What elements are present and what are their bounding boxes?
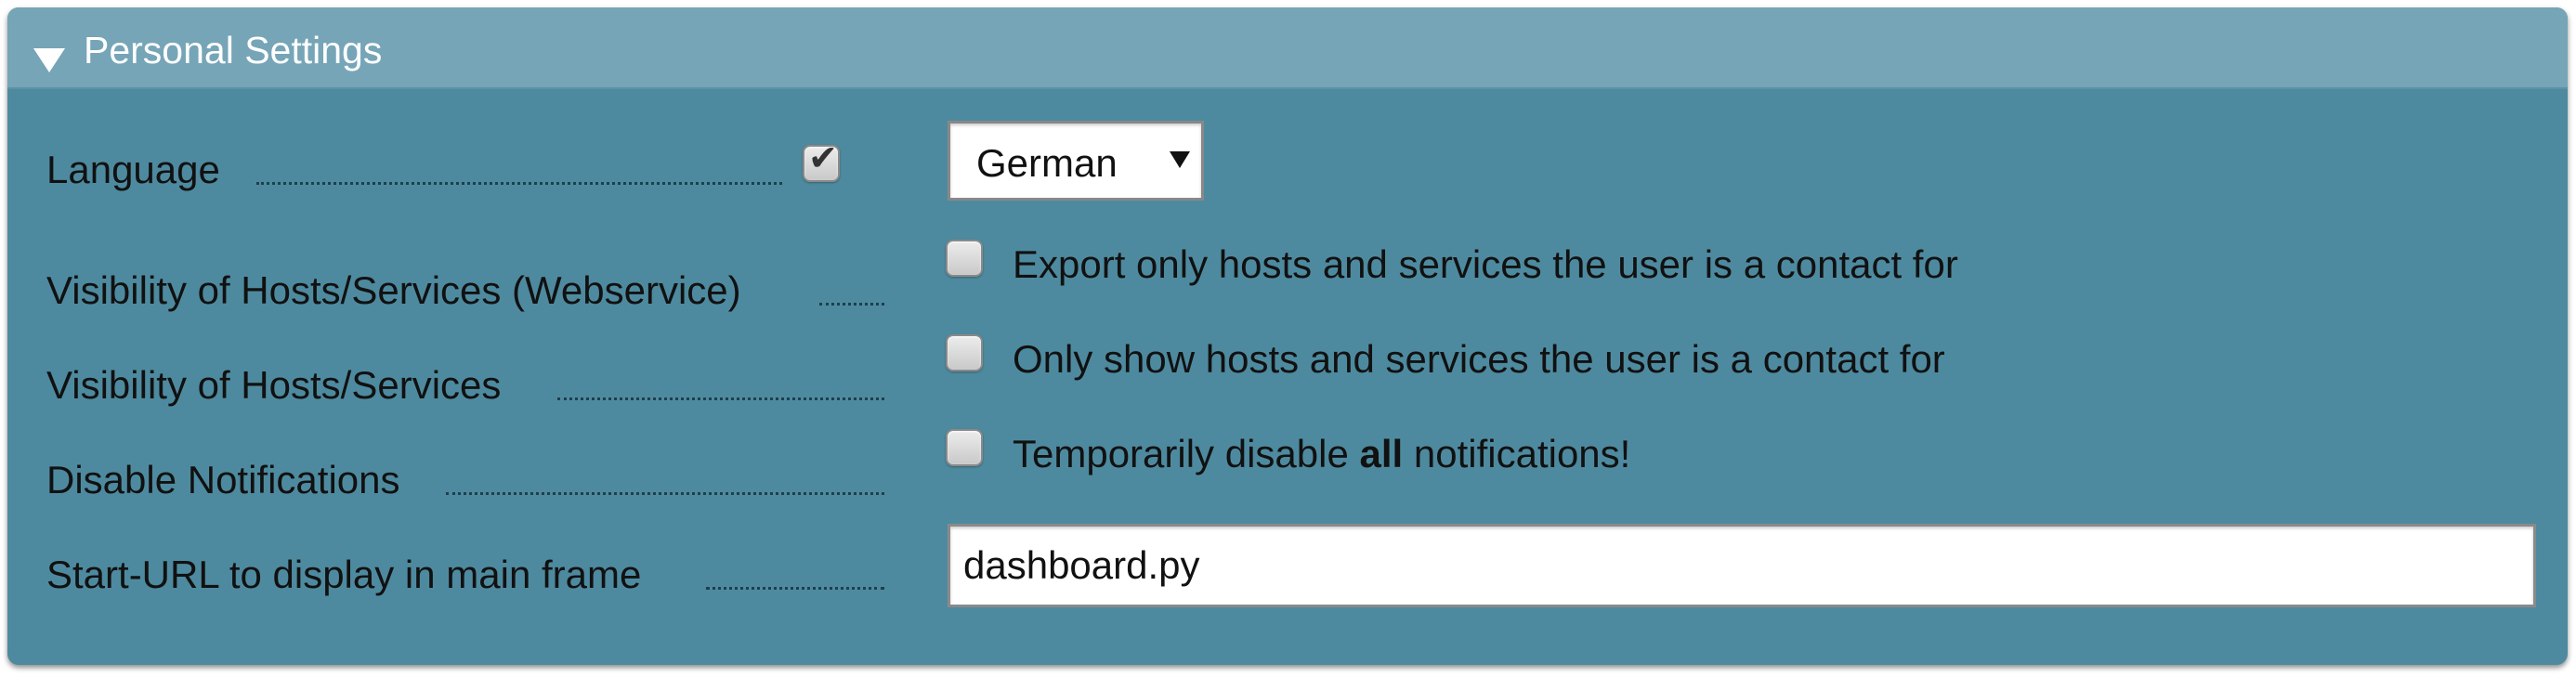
panel-title: Personal Settings [84, 29, 383, 72]
dropdown-arrow-icon [1170, 151, 1190, 168]
dotted-leader [706, 587, 884, 590]
notifications-text-bold: all [1359, 432, 1404, 475]
language-select-value: German [976, 141, 1118, 185]
notifications-label: Disable Notifications [46, 458, 400, 501]
personal-settings-panel: Personal Settings Language ✔ German Visi… [7, 7, 2568, 665]
start-url-label: Start-URL to display in main frame [46, 553, 642, 596]
visibility-option-text: Only show hosts and services the user is… [1013, 337, 1945, 381]
dotted-leader [256, 182, 782, 185]
panel-header[interactable]: Personal Settings [7, 7, 2568, 89]
notifications-option-text: Temporarily disable all notifications! [1013, 435, 1630, 474]
visibility-webservice-option-text: Export only hosts and services the user … [1013, 242, 1958, 286]
visibility-webservice-checkbox[interactable] [946, 240, 983, 277]
language-select[interactable]: German [948, 121, 1204, 201]
visibility-label: Visibility of Hosts/Services [46, 363, 502, 407]
triangle-down-icon[interactable] [33, 48, 65, 72]
checkmark-icon: ✔ [808, 139, 838, 178]
language-label: Language [46, 148, 220, 191]
dotted-leader [446, 492, 884, 495]
disable-notifications-checkbox[interactable] [946, 429, 983, 466]
notifications-text-after: notifications! [1403, 432, 1631, 475]
visibility-webservice-label: Visibility of Hosts/Services (Webservice… [46, 268, 741, 312]
dotted-leader [557, 397, 884, 400]
notifications-text-before: Temporarily disable [1013, 432, 1360, 475]
dotted-leader [819, 303, 884, 306]
start-url-input[interactable] [948, 524, 2536, 607]
visibility-checkbox[interactable] [946, 334, 983, 371]
language-override-checkbox[interactable]: ✔ [803, 141, 840, 182]
